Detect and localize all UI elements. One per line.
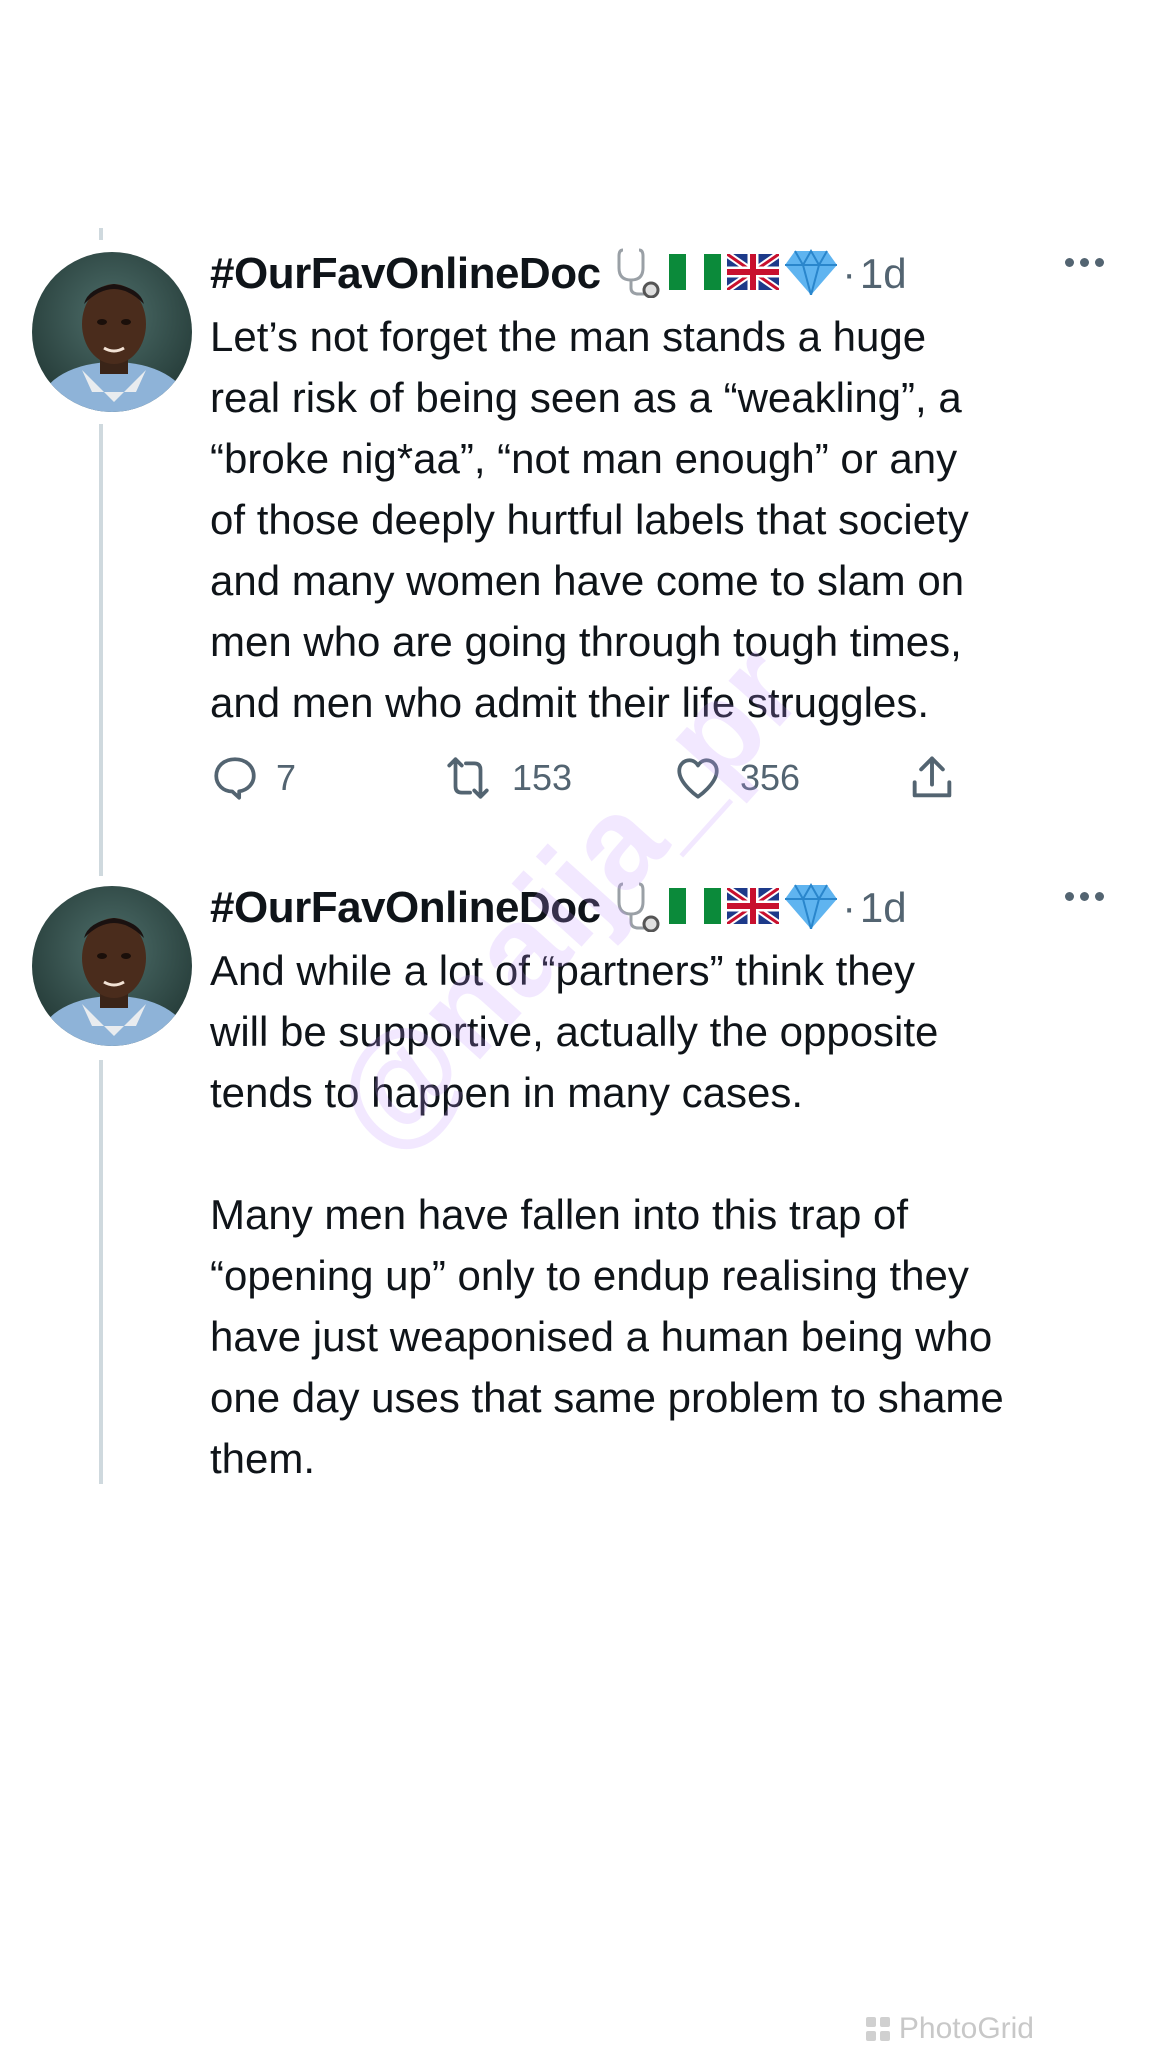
- more-options-icon[interactable]: [1065, 258, 1104, 267]
- tweet-time[interactable]: 1d: [860, 250, 907, 298]
- avatar[interactable]: [32, 252, 192, 412]
- reply-icon: [214, 757, 256, 800]
- tweet-text: Let’s not forget the man stands a huge r…: [210, 313, 969, 726]
- share-button[interactable]: [906, 752, 958, 804]
- tweet-time[interactable]: 1d: [860, 884, 907, 932]
- tweet-text: And while a lot of “partners” think they…: [210, 947, 1004, 1482]
- reply-count: 7: [276, 757, 297, 798]
- photogrid-badge: PhotoGrid: [865, 2012, 1034, 2046]
- photogrid-label: PhotoGrid: [898, 2012, 1034, 2045]
- nigeria-flag-icon: [668, 887, 721, 929]
- gem-icon: [784, 882, 837, 934]
- separator-dot: ·: [842, 251, 856, 296]
- separator-dot: ·: [842, 885, 856, 930]
- tweet-header: #OurFavOnlineDoc · 1d: [210, 244, 907, 304]
- author-name[interactable]: #OurFavOnlineDoc: [210, 249, 601, 299]
- tweet[interactable]: #OurFavOnlineDoc · 1d Let’s not forget t…: [0, 244, 1152, 804]
- reply-button[interactable]: 7: [210, 753, 440, 803]
- retweet-icon: [447, 757, 489, 799]
- avatar[interactable]: [32, 886, 192, 1046]
- nigeria-flag-icon: [668, 253, 721, 295]
- gem-icon: [784, 248, 837, 300]
- thread-line-top: [99, 228, 103, 240]
- uk-flag-icon: [724, 884, 781, 929]
- stethoscope-icon: [615, 246, 663, 303]
- photogrid-logo-icon: [865, 2017, 890, 2041]
- name-emojis: [615, 246, 837, 303]
- more-options-icon[interactable]: [1065, 892, 1104, 901]
- uk-flag-icon: [724, 250, 781, 295]
- share-icon: [912, 756, 952, 798]
